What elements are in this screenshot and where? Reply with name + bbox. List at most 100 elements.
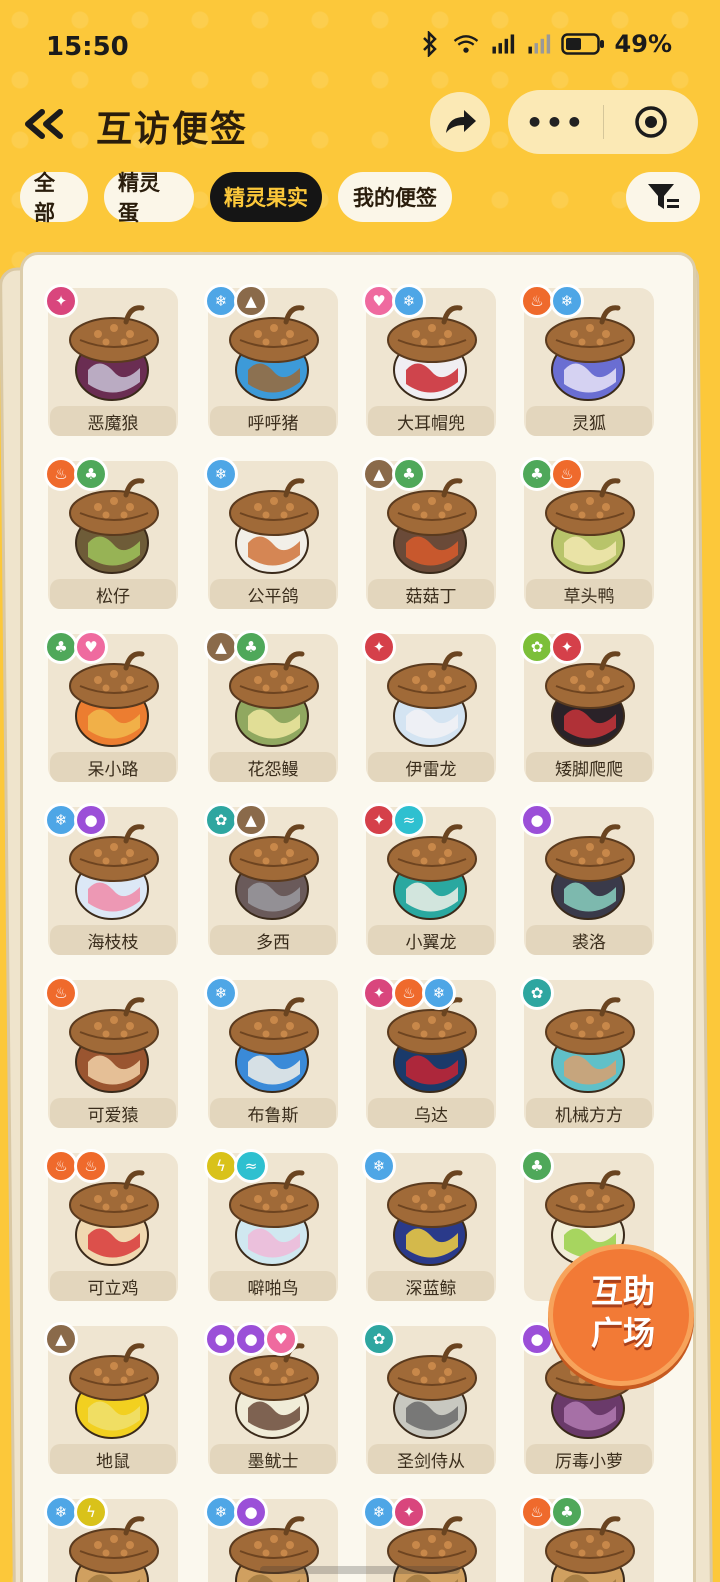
tab-my-notes[interactable]: 我的便签 — [338, 172, 452, 222]
category-tabs: 全部 精灵蛋 精灵果实 我的便签 — [20, 171, 452, 225]
element-cyan-icon: ≈ — [392, 803, 426, 837]
element-lightpink-icon: ♥ — [362, 284, 396, 318]
fruit-card[interactable]: ♣ ♨ 草头鸭 — [520, 457, 654, 609]
acorn-fruit-icon — [387, 1170, 477, 1266]
acorn-fruit-icon — [229, 478, 319, 574]
fruit-card[interactable]: ● 裘洛 — [520, 803, 654, 955]
fruit-card[interactable]: ♣ ♥ 呆小路 — [44, 630, 178, 782]
fruit-name: 机械方方 — [526, 1098, 652, 1128]
fruit-card[interactable]: ♨ ♣ — [520, 1495, 654, 1582]
element-badges: ♣ — [520, 1149, 554, 1183]
element-blue-icon: ❄ — [204, 1495, 238, 1529]
element-blue-icon: ❄ — [204, 457, 238, 491]
fruit-name: 公平鸽 — [210, 579, 336, 609]
fruit-card[interactable]: ✿ 圣剑侍从 — [362, 1322, 496, 1474]
fruit-card[interactable]: ♨ ♣ 松仔 — [44, 457, 178, 609]
help-square-button[interactable]: 互助 广场 — [540, 1240, 698, 1390]
fruit-card[interactable]: ❄ 布鲁斯 — [204, 976, 338, 1128]
fruit-card[interactable]: ✦ 伊雷龙 — [362, 630, 496, 782]
element-pink-icon: ✦ — [392, 1495, 426, 1529]
fruit-name: 圣剑侍从 — [368, 1444, 494, 1474]
status-bar: 15:50 49% — [0, 0, 720, 92]
fruit-card[interactable]: ✦ ≈ 小翼龙 — [362, 803, 496, 955]
fruit-card[interactable]: ✦ ♨ ❄ 乌达 — [362, 976, 496, 1128]
element-badges: ❄ ✦ — [362, 1495, 426, 1529]
element-badges: ♣ ♨ — [520, 457, 584, 491]
element-blue-icon: ❄ — [422, 976, 456, 1010]
fruit-card[interactable]: ♨ ♨ 可立鸡 — [44, 1149, 178, 1301]
help-square-line1: 互助 — [590, 1272, 655, 1310]
fruit-card[interactable]: ● ● ♥ 墨鱿士 — [204, 1322, 338, 1474]
battery-percent: 49% — [614, 30, 672, 58]
fruit-name: 海枝枝 — [50, 925, 176, 955]
fruit-card[interactable]: ✿ ▲ 多西 — [204, 803, 338, 955]
element-green-icon: ♣ — [392, 457, 426, 491]
element-teal-icon: ✿ — [520, 976, 554, 1010]
element-blue-icon: ❄ — [362, 1149, 396, 1183]
fruit-card[interactable]: ✿ ✦ 矮脚爬爬 — [520, 630, 654, 782]
element-orange-icon: ♨ — [44, 1149, 78, 1183]
fruit-card[interactable]: ▲ ♣ 花怨鳗 — [204, 630, 338, 782]
fruit-card[interactable]: ♨ 可爱猿 — [44, 976, 178, 1128]
element-badges: ❄ — [362, 1149, 396, 1183]
fruit-card[interactable]: ▲ ♣ 菇菇丁 — [362, 457, 496, 609]
back-button[interactable] — [18, 102, 70, 146]
element-yellow-icon: ϟ — [204, 1149, 238, 1183]
fruit-card[interactable]: ♥ ❄ 大耳帽兜 — [362, 284, 496, 436]
acorn-fruit-icon — [69, 1343, 159, 1439]
share-button[interactable] — [430, 92, 490, 152]
fruit-name: 多西 — [210, 925, 336, 955]
element-brown-icon: ▲ — [362, 457, 396, 491]
element-orange-icon: ♨ — [44, 976, 78, 1010]
acorn-fruit-icon — [69, 305, 159, 401]
share-arrow-icon — [446, 110, 476, 133]
element-brown-icon: ▲ — [234, 284, 268, 318]
wifi-icon — [453, 30, 479, 58]
fruit-name: 地鼠 — [50, 1444, 176, 1474]
fruit-name: 矮脚爬爬 — [526, 752, 652, 782]
fruit-name: 深蓝鲸 — [368, 1271, 494, 1301]
element-red-icon: ✦ — [550, 630, 584, 664]
filter-button[interactable] — [626, 172, 700, 222]
status-icons: 49% — [417, 30, 672, 58]
fruit-name: 恶魔狼 — [50, 406, 176, 436]
fruit-name: 菇菇丁 — [368, 579, 494, 609]
fruit-name: 布鲁斯 — [210, 1098, 336, 1128]
help-square-label: 互助 广场 — [560, 1270, 686, 1354]
element-badges: ✦ ♨ ❄ — [362, 976, 456, 1010]
more-button[interactable]: ••• — [508, 90, 603, 154]
fruit-card[interactable]: ✦ 恶魔狼 — [44, 284, 178, 436]
fruit-card[interactable]: ❄ 公平鸽 — [204, 457, 338, 609]
fruit-name: 松仔 — [50, 579, 176, 609]
fruit-card[interactable]: ❄ 深蓝鲸 — [362, 1149, 496, 1301]
fruit-name: 大耳帽兜 — [368, 406, 494, 436]
fruit-name: 厉毒小萝 — [526, 1444, 652, 1474]
element-badges: ▲ ♣ — [204, 630, 268, 664]
tab-spirit-egg[interactable]: 精灵蛋 — [104, 171, 194, 225]
element-badges: ♨ ♨ — [44, 1149, 108, 1183]
element-blue-icon: ❄ — [44, 1495, 78, 1529]
element-badges: ✿ — [520, 976, 554, 1010]
element-teal-icon: ✿ — [362, 1322, 396, 1356]
fruit-card[interactable]: ✿ 机械方方 — [520, 976, 654, 1128]
fruit-card[interactable]: ϟ ≈ 噼啪鸟 — [204, 1149, 338, 1301]
fruit-card[interactable]: ❄ ● 海枝枝 — [44, 803, 178, 955]
element-green-icon: ♣ — [74, 457, 108, 491]
tab-all[interactable]: 全部 — [20, 171, 88, 225]
fruit-name: 草头鸭 — [526, 579, 652, 609]
fruit-card[interactable]: ▲ 地鼠 — [44, 1322, 178, 1474]
fruit-card[interactable]: ❄ ▲ 呼呼猪 — [204, 284, 338, 436]
element-brown-icon: ▲ — [44, 1322, 78, 1356]
header: 互访便签 ••• — [0, 90, 720, 160]
fruit-card[interactable]: ❄ ϟ — [44, 1495, 178, 1582]
mini-program-capsule: ••• — [508, 90, 698, 154]
fruit-name: 墨鱿士 — [210, 1444, 336, 1474]
element-purple-icon: ● — [520, 803, 554, 837]
element-green-icon: ♣ — [520, 1149, 554, 1183]
acorn-fruit-icon — [545, 997, 635, 1093]
fruit-name: 乌达 — [368, 1098, 494, 1128]
close-miniprogram-button[interactable] — [604, 90, 698, 154]
tab-spirit-fruit[interactable]: 精灵果实 — [210, 172, 322, 222]
element-green-icon: ♣ — [44, 630, 78, 664]
fruit-card[interactable]: ♨ ❄ 灵狐 — [520, 284, 654, 436]
